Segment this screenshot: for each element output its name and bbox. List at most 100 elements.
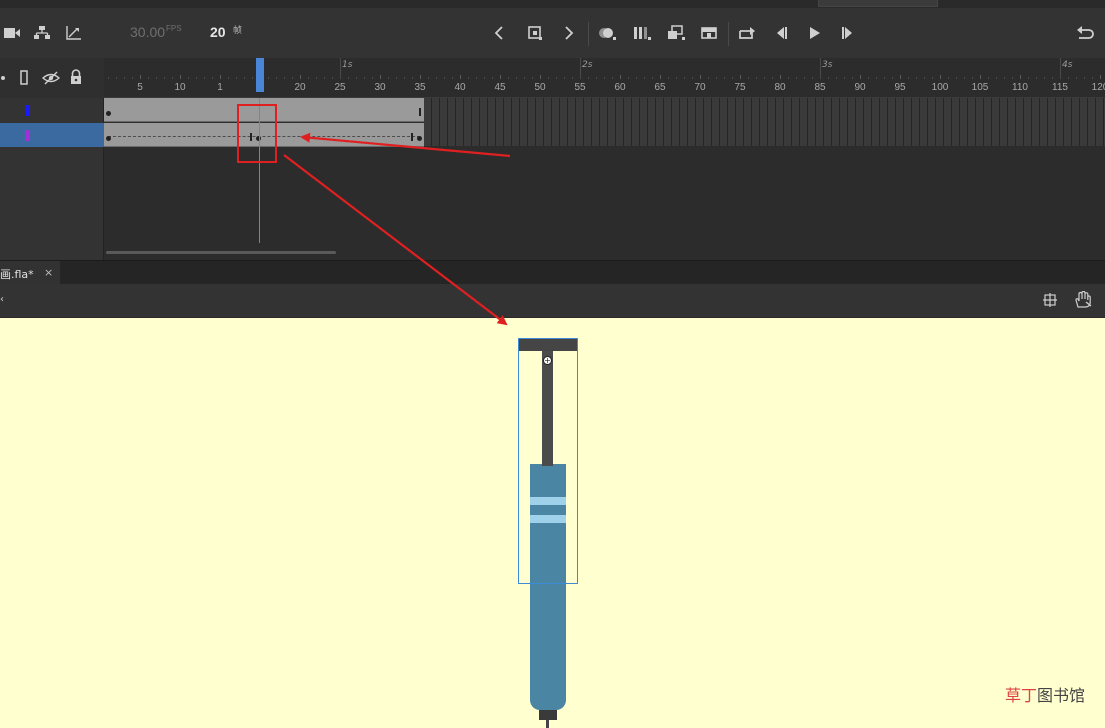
center-stage-icon[interactable]	[1042, 292, 1062, 310]
ruler-tick	[900, 75, 901, 79]
timeline-scrollbar[interactable]	[106, 251, 336, 254]
ruler-minor-tick	[348, 77, 349, 79]
ruler-tick	[620, 75, 621, 79]
dot-icon[interactable]	[0, 70, 14, 88]
selection-bounding-box[interactable]	[518, 338, 578, 584]
ruler-minor-tick	[108, 77, 109, 79]
next-keyframe-icon[interactable]	[560, 25, 580, 43]
ruler-minor-tick	[212, 77, 213, 79]
annotation-highlight-box	[237, 104, 277, 163]
ruler-minor-tick	[244, 77, 245, 79]
insert-keyframe-icon[interactable]	[526, 25, 546, 43]
ruler-tick	[700, 75, 701, 79]
ruler-minor-tick	[668, 77, 669, 79]
ruler-minor-tick	[852, 77, 853, 79]
ruler-minor-tick	[996, 77, 997, 79]
layer-header	[0, 58, 104, 98]
undo-icon[interactable]	[1076, 25, 1096, 43]
ruler-minor-tick	[372, 77, 373, 79]
ruler-minor-tick	[772, 77, 773, 79]
frame-center-icon[interactable]	[700, 25, 720, 43]
ruler-minor-tick	[836, 77, 837, 79]
ruler-tick-label: 75	[734, 82, 746, 93]
ruler-minor-tick	[276, 77, 277, 79]
ruler-minor-tick	[252, 77, 253, 79]
ruler-minor-tick	[1012, 77, 1013, 79]
ruler-tick	[460, 75, 461, 79]
lock-icon[interactable]	[68, 69, 88, 87]
ruler-minor-tick	[1004, 77, 1005, 79]
frame-ruler[interactable]: 5 10 1 20 25 30 35 40 45 50 55 60 65 70 75 80 85 90 95 100 1…	[104, 58, 1105, 98]
ruler-second-tick	[1060, 58, 1061, 79]
ruler-minor-tick	[892, 77, 893, 79]
ruler-minor-tick	[412, 77, 413, 79]
edit-multiple-frames-icon[interactable]	[666, 25, 686, 43]
ruler-minor-tick	[756, 77, 757, 79]
eye-hidden-icon[interactable]	[42, 70, 62, 88]
fps-display[interactable]: 30.00FPS	[130, 24, 182, 40]
empty-frame-cells[interactable]	[424, 98, 1105, 146]
loop-icon[interactable]	[737, 25, 757, 43]
ruler-minor-tick	[316, 77, 317, 79]
ruler-tick-label: 80	[774, 82, 786, 93]
ruler-minor-tick	[828, 77, 829, 79]
onion-skin-outlines-icon[interactable]	[632, 25, 652, 43]
ruler-minor-tick	[388, 77, 389, 79]
ruler-minor-tick	[292, 77, 293, 79]
close-icon[interactable]: ×	[44, 266, 53, 279]
ruler-minor-tick	[1036, 77, 1037, 79]
ruler-minor-tick	[356, 77, 357, 79]
graph-icon[interactable]	[65, 25, 85, 43]
document-tab[interactable]: 画.fla* ×	[0, 261, 60, 285]
ruler-tick	[220, 75, 221, 79]
ruler-tick-label: 45	[494, 82, 506, 93]
registration-point[interactable]: +	[543, 356, 552, 365]
onion-skin-icon[interactable]	[597, 25, 617, 43]
playhead-handle[interactable]	[256, 58, 264, 92]
ruler-tick-label: 25	[334, 82, 346, 93]
step-forward-icon[interactable]	[839, 25, 859, 43]
play-icon[interactable]	[806, 25, 826, 43]
outline-icon[interactable]	[16, 70, 36, 88]
ruler-minor-tick	[132, 77, 133, 79]
frame-unit-label: 帧	[233, 26, 243, 36]
ruler-minor-tick	[884, 77, 885, 79]
ruler-minor-tick	[604, 77, 605, 79]
layer-parent-icon[interactable]	[33, 25, 53, 43]
ruler-tick-label: 35	[414, 82, 426, 93]
layer-row[interactable]	[0, 98, 104, 122]
ruler-tick-label: 30	[374, 82, 386, 93]
camera-icon[interactable]	[3, 26, 23, 44]
step-back-icon[interactable]	[772, 25, 792, 43]
layer-color-swatch	[25, 130, 30, 141]
ruler-tick	[1100, 75, 1101, 79]
ruler-minor-tick	[452, 77, 453, 79]
ruler-minor-tick	[1076, 77, 1077, 79]
ruler-minor-tick	[404, 77, 405, 79]
ruler-minor-tick	[164, 77, 165, 79]
layer-row-selected[interactable]	[0, 123, 104, 147]
ruler-tick	[140, 75, 141, 79]
keyframe-marker[interactable]	[106, 136, 111, 141]
ruler-second-label: 4s	[1062, 60, 1073, 70]
keyframe-marker[interactable]	[417, 136, 422, 141]
watermark-part2: 图书馆	[1037, 686, 1086, 705]
ruler-minor-tick	[708, 77, 709, 79]
ruler-minor-tick	[188, 77, 189, 79]
ruler-minor-tick	[492, 77, 493, 79]
ruler-tick	[780, 75, 781, 79]
hand-tool-icon[interactable]	[1073, 291, 1093, 309]
edit-bar: ‹	[0, 284, 1105, 318]
ruler-minor-tick	[596, 77, 597, 79]
ruler-second-tick	[820, 58, 821, 79]
keyframe-marker[interactable]	[106, 111, 111, 116]
prev-keyframe-icon[interactable]	[491, 25, 511, 43]
ruler-minor-tick	[988, 77, 989, 79]
ruler-minor-tick	[916, 77, 917, 79]
current-frame-number[interactable]: 20	[210, 24, 226, 40]
ruler-minor-tick	[124, 77, 125, 79]
back-arrow-icon[interactable]: ‹	[0, 294, 4, 305]
ruler-minor-tick	[868, 77, 869, 79]
ruler-minor-tick	[924, 77, 925, 79]
ruler-minor-tick	[1092, 77, 1093, 79]
